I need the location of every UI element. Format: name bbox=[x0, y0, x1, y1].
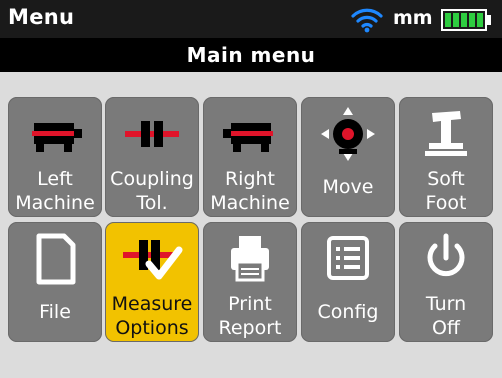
tile-coupling-tol[interactable]: Coupling Tol. bbox=[105, 97, 199, 217]
tile-label-line1: Soft bbox=[427, 168, 465, 190]
tile-soft-foot-label: Soft Foot bbox=[399, 167, 493, 215]
tile-turn-off-label: Turn Off bbox=[399, 292, 493, 340]
tile-label-line1: Config bbox=[317, 301, 379, 323]
tile-right-machine-label: Right Machine bbox=[203, 167, 297, 215]
config-list-icon bbox=[327, 236, 369, 280]
units-indicator: mm bbox=[393, 7, 433, 29]
tile-label-line2: Tol. bbox=[136, 192, 168, 214]
tile-label-line1: Print bbox=[228, 293, 272, 315]
measure-options-icon bbox=[123, 240, 183, 280]
tile-label-line1: Left bbox=[37, 168, 73, 190]
tile-print-report[interactable]: Print Report bbox=[203, 222, 297, 342]
menu-title-bar: Main menu bbox=[0, 38, 502, 72]
menu-title: Main menu bbox=[186, 43, 316, 67]
tile-measure-options[interactable]: Measure Options bbox=[105, 222, 199, 342]
tile-measure-options-label: Measure Options bbox=[105, 292, 199, 340]
tile-label-line2: Options bbox=[115, 317, 189, 339]
tile-label-line2: Machine bbox=[15, 192, 95, 214]
tile-label-line2: Report bbox=[218, 317, 282, 339]
tile-config[interactable]: Config bbox=[301, 222, 395, 342]
status-title: Menu bbox=[8, 5, 75, 29]
tile-label-line1: Right bbox=[224, 168, 276, 190]
tile-label-line1: Turn bbox=[425, 293, 467, 315]
tile-file[interactable]: File bbox=[8, 222, 102, 342]
tile-turn-off[interactable]: Turn Off bbox=[399, 222, 493, 342]
right-machine-icon bbox=[223, 123, 273, 152]
soft-foot-icon bbox=[425, 111, 467, 156]
battery-icon bbox=[441, 9, 491, 31]
power-icon bbox=[427, 233, 465, 277]
status-bar: Menu mm bbox=[0, 0, 502, 38]
tile-left-machine[interactable]: Left Machine bbox=[8, 97, 102, 217]
tile-right-machine[interactable]: Right Machine bbox=[203, 97, 297, 217]
tile-config-label: Config bbox=[301, 300, 395, 324]
tile-file-label: File bbox=[8, 300, 102, 324]
tile-label-line1: Move bbox=[322, 176, 374, 198]
device-screen: Menu mm Main menu Left Machine Coupling … bbox=[0, 0, 502, 378]
file-icon bbox=[36, 233, 76, 285]
tile-label-line2: Off bbox=[431, 317, 461, 339]
tile-label-line2: Machine bbox=[210, 192, 290, 214]
tile-label-line2: Foot bbox=[425, 192, 467, 214]
tile-label-line1: File bbox=[39, 301, 71, 323]
tile-coupling-tol-label: Coupling Tol. bbox=[105, 167, 199, 215]
tile-left-machine-label: Left Machine bbox=[8, 167, 102, 215]
coupling-icon bbox=[125, 121, 179, 147]
move-icon bbox=[321, 107, 375, 161]
tile-label-line1: Coupling bbox=[110, 168, 194, 190]
tile-move-label: Move bbox=[301, 175, 395, 199]
tile-print-report-label: Print Report bbox=[203, 292, 297, 340]
left-machine-icon bbox=[32, 123, 82, 152]
tile-soft-foot[interactable]: Soft Foot bbox=[399, 97, 493, 217]
wifi-icon bbox=[351, 8, 383, 33]
tile-move[interactable]: Move bbox=[301, 97, 395, 217]
printer-icon bbox=[231, 236, 269, 282]
tile-label-line1: Measure bbox=[111, 293, 193, 315]
